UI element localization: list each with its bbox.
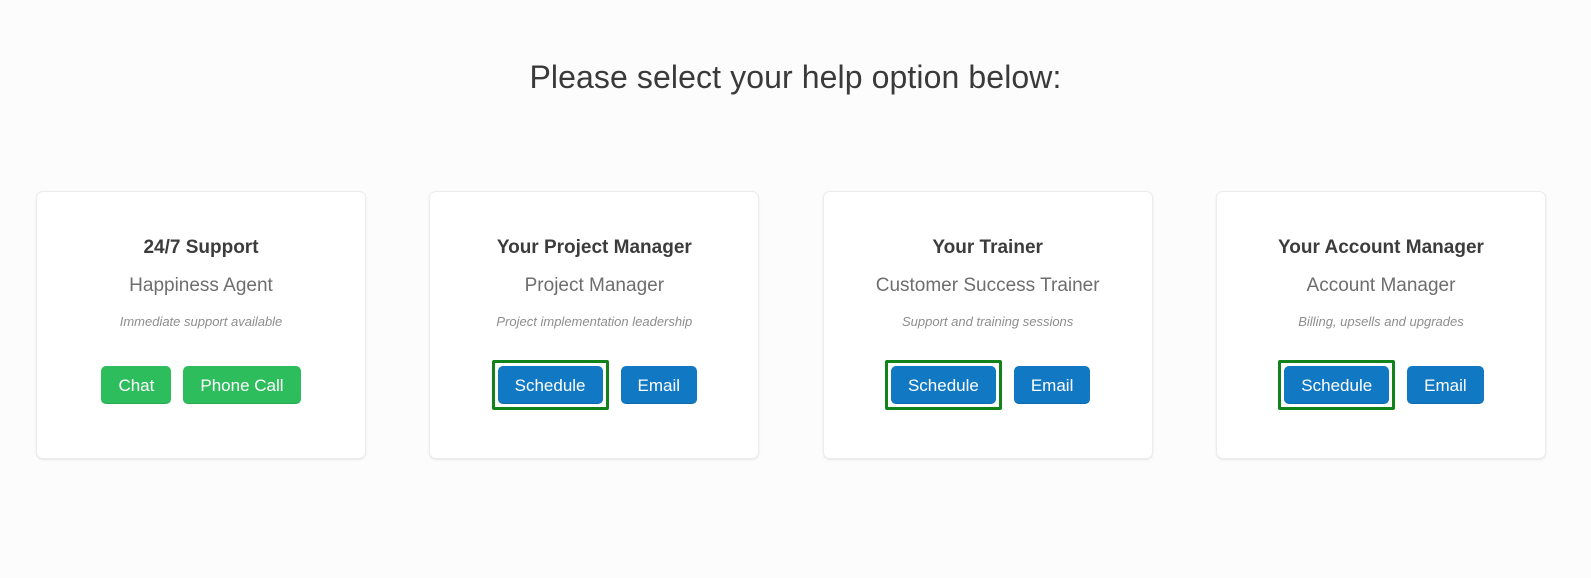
card-action-button[interactable]: Email [1013,366,1091,404]
card-action-button[interactable]: Phone Call [183,366,301,404]
help-card-row: 24/7 Support Happiness Agent Immediate sup… [36,191,1546,459]
card-role: Account Manager [1306,275,1456,296]
card-role: Customer Success Trainer [875,275,1100,296]
help-card: Your Account Manager Account Manager Billi… [1215,191,1546,459]
card-action-button[interactable]: Schedule [890,366,996,404]
card-action-button[interactable]: Email [620,366,698,404]
highlight-annotation-box: Schedule [884,360,1002,410]
help-card: 24/7 Support Happiness Agent Immediate sup… [36,191,366,459]
card-action-button[interactable]: Email [1407,366,1484,404]
card-note: Project implementation leadership [496,314,693,329]
card-role: Happiness Agent [129,275,273,296]
card-note: Support and training sessions [902,314,1074,329]
help-card: Your Project Manager Project Manager Proje… [429,191,760,459]
card-title: Your Account Manager [1278,237,1484,258]
card-button-row: Schedule Email [491,359,698,411]
page-title: Please select your help option below: [529,59,1062,95]
card-action-button[interactable]: Schedule [497,366,603,404]
card-action-button[interactable]: Schedule [1284,366,1390,404]
card-note: Immediate support available [119,314,283,329]
card-role: Project Manager [524,275,665,296]
card-note: Billing, upsells and upgrades [1298,314,1464,329]
card-title: 24/7 Support [143,237,259,258]
card-button-row: Schedule Email [1278,359,1484,411]
card-title: Your Trainer [932,237,1043,258]
card-button-row: Chat Phone Call [101,359,301,411]
card-title: Your Project Manager [496,237,692,258]
card-button-row: Schedule Email [884,359,1091,411]
help-card: Your Trainer Customer Success Trainer Supp… [822,191,1153,459]
card-action-button[interactable]: Chat [101,366,172,404]
highlight-annotation-box: Schedule [491,360,609,410]
highlight-annotation-box: Schedule [1278,360,1396,410]
help-options-page: Please select your help option below: 24… [0,0,1591,578]
